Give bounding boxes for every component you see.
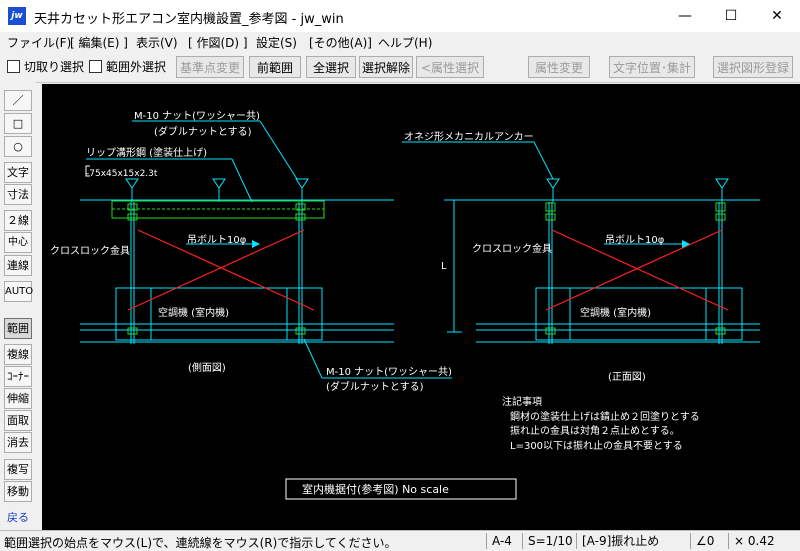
nut-symbol [715,213,726,221]
paper-size[interactable]: A-4 [486,533,522,549]
nut-symbol [715,202,726,212]
range-select-tool[interactable]: 範囲 [4,318,32,339]
current-layer[interactable]: [A-9]振れ止め [576,533,686,549]
anchor-symbol [715,178,729,189]
leader-line [533,141,554,180]
copy-tool[interactable]: 複写 [4,459,32,480]
select-all-button[interactable]: 全選択 [306,56,356,78]
anchor-symbol [212,178,226,189]
outside-select-label: 範囲外選択 [106,60,167,74]
side-nut-sub: (ダブルナットとする) [154,125,252,138]
nut-symbol [545,213,556,221]
attribute-change-button[interactable]: 属性変更 [528,56,590,78]
status-bar: 範囲選択の始点をマウス(L)で、連続線をマウス(R)で指示してください。 A-4… [0,530,800,551]
dimension-tool[interactable]: 寸法 [4,184,32,205]
hanger-bolt-front-label: 吊ボルト10φ [605,234,665,246]
deselect-button[interactable]: 選択解除 [359,56,413,78]
menu-draw[interactable]: [ 作図(D) ] [188,34,248,51]
double-line-tool[interactable]: ２線 [4,210,32,231]
selection-toolbar: 切取り選択 範囲外選択 基準点変更 前範囲 全選択 選択解除 <属性選択> 属性… [0,52,800,97]
nut-symbol [545,202,556,212]
anchor-label: オネジ形メカニカルアンカー [404,131,534,143]
anchor-symbol [125,178,139,189]
drawing-scale[interactable]: S=1/10 [522,533,576,549]
menu-bar: ファイル(F) [ 編集(E) ] 表示(V) [ 作図(D) ] 設定(S) … [0,32,800,52]
note-1: 鋼材の塗装仕上げは錆止め２回塗りとする [510,410,700,423]
channel-spec: -75x45x15x2.3t [86,169,158,179]
channel-label: リップ溝形鋼 (塗装仕上げ) [86,146,207,159]
erase-tool[interactable]: 消去 [4,432,32,453]
center-line-tool[interactable]: 中心線 [4,232,32,267]
bottom-nut-sub: (ダブルナットとする) [326,380,424,393]
line-tool[interactable]: ／ [4,90,32,111]
menu-file[interactable]: ファイル(F) [7,34,71,51]
nut-symbol [715,327,726,335]
menu-other[interactable]: [その他(A)] [309,34,372,51]
corner-tool[interactable]: ｺｰﾅｰ [4,366,32,387]
title-block-text: 室内機据付(参考図) No scale [302,482,449,496]
nut-symbol [127,213,138,221]
undo-button[interactable]: 戻る [4,508,32,529]
zoom-indicator[interactable]: × 0.42 [728,533,796,549]
previous-range-button[interactable]: 前範囲 [249,56,301,78]
note-3: L=300以下は振れ止の金具不要とする [510,439,683,452]
attribute-select-button[interactable]: <属性選択> [416,56,484,97]
anchor-symbol [295,178,309,189]
text-position-button[interactable]: 文字位置･集計 [609,56,695,78]
unit-front-label: 空調機 (室内機) [580,306,651,319]
stretch-tool[interactable]: 伸縮 [4,388,32,409]
menu-view[interactable]: 表示(V) [136,34,178,51]
menu-help[interactable]: ヘルプ(H) [378,34,432,51]
title-bar: jw 天井カセット形エアコン室内機設置_参考図 - jw_win — ☐ ✕ [0,0,800,32]
anchor-symbol [546,178,560,189]
app-icon: jw [8,7,26,25]
note-2: 振れ止の金具は対角２点止めとする。 [510,424,680,437]
register-selection-button[interactable]: 選択図形登録 [713,56,793,78]
leader-line [259,120,298,180]
base-point-change-button[interactable]: 基準点変更 [176,56,244,78]
cut-select-checkbox[interactable] [7,60,20,73]
cad-drawing: M-10 ナット(ワッシャー共) (ダブルナットとする) リップ溝形鋼 (塗装仕… [50,110,760,500]
offset-line-tool[interactable]: 複線 [4,344,32,365]
move-tool[interactable]: 移動 [4,481,32,502]
nut-symbol [295,213,306,221]
nut-symbol [295,327,306,335]
circle-tool[interactable]: ○ [4,136,32,157]
nut-symbol [545,327,556,335]
menu-edit[interactable]: [ 編集(E) ] [70,34,128,51]
angle-indicator[interactable]: ∠0 [690,533,724,549]
outside-select-checkbox[interactable] [89,60,102,73]
minimize-button[interactable]: — [662,0,708,32]
unit-side-label: 空調機 (室内機) [158,306,229,319]
bottom-nut-label: M-10 ナット(ワッシャー共) [326,366,452,378]
tool-palette: ／ □ ○ 文字 寸法 ２線 中心線 連線 AUTO 範囲 複線 ｺｰﾅｰ 伸縮… [0,82,36,530]
continuous-line-tool[interactable]: 連線 [4,255,32,276]
rectangle-tool[interactable]: □ [4,113,32,134]
window-title: 天井カセット形エアコン室内機設置_参考図 - jw_win [34,12,344,27]
status-message: 範囲選択の始点をマウス(L)で、連続線をマウス(R)で指示してください。 [4,536,397,550]
auto-mode-tool[interactable]: AUTO [4,281,33,302]
nut-symbol [127,327,138,335]
cross-lock-front-label: クロスロック金具 [472,242,552,255]
drawing-canvas[interactable]: M-10 ナット(ワッシャー共) (ダブルナットとする) リップ溝形鋼 (塗装仕… [42,84,800,530]
side-view-caption: (側面図) [188,361,226,374]
hanger-bolt-side-label: 吊ボルト10φ [187,234,247,246]
close-button[interactable]: ✕ [754,0,800,32]
side-nut-label: M-10 ナット(ワッシャー共) [134,110,260,122]
maximize-button[interactable]: ☐ [708,0,754,32]
text-tool[interactable]: 文字 [4,162,32,183]
dimension-L-label: L [441,261,447,272]
notes-title: 注記事項 [502,395,542,408]
menu-settings[interactable]: 設定(S) [256,34,297,51]
leader-line [303,338,323,379]
front-view-caption: (正面図) [608,371,646,383]
cross-lock-side-label: クロスロック金具 [50,244,130,257]
cut-select-label: 切取り選択 [24,60,85,74]
leader-line [231,158,253,203]
arrow-head [252,240,260,248]
chamfer-tool[interactable]: 面取 [4,410,32,431]
